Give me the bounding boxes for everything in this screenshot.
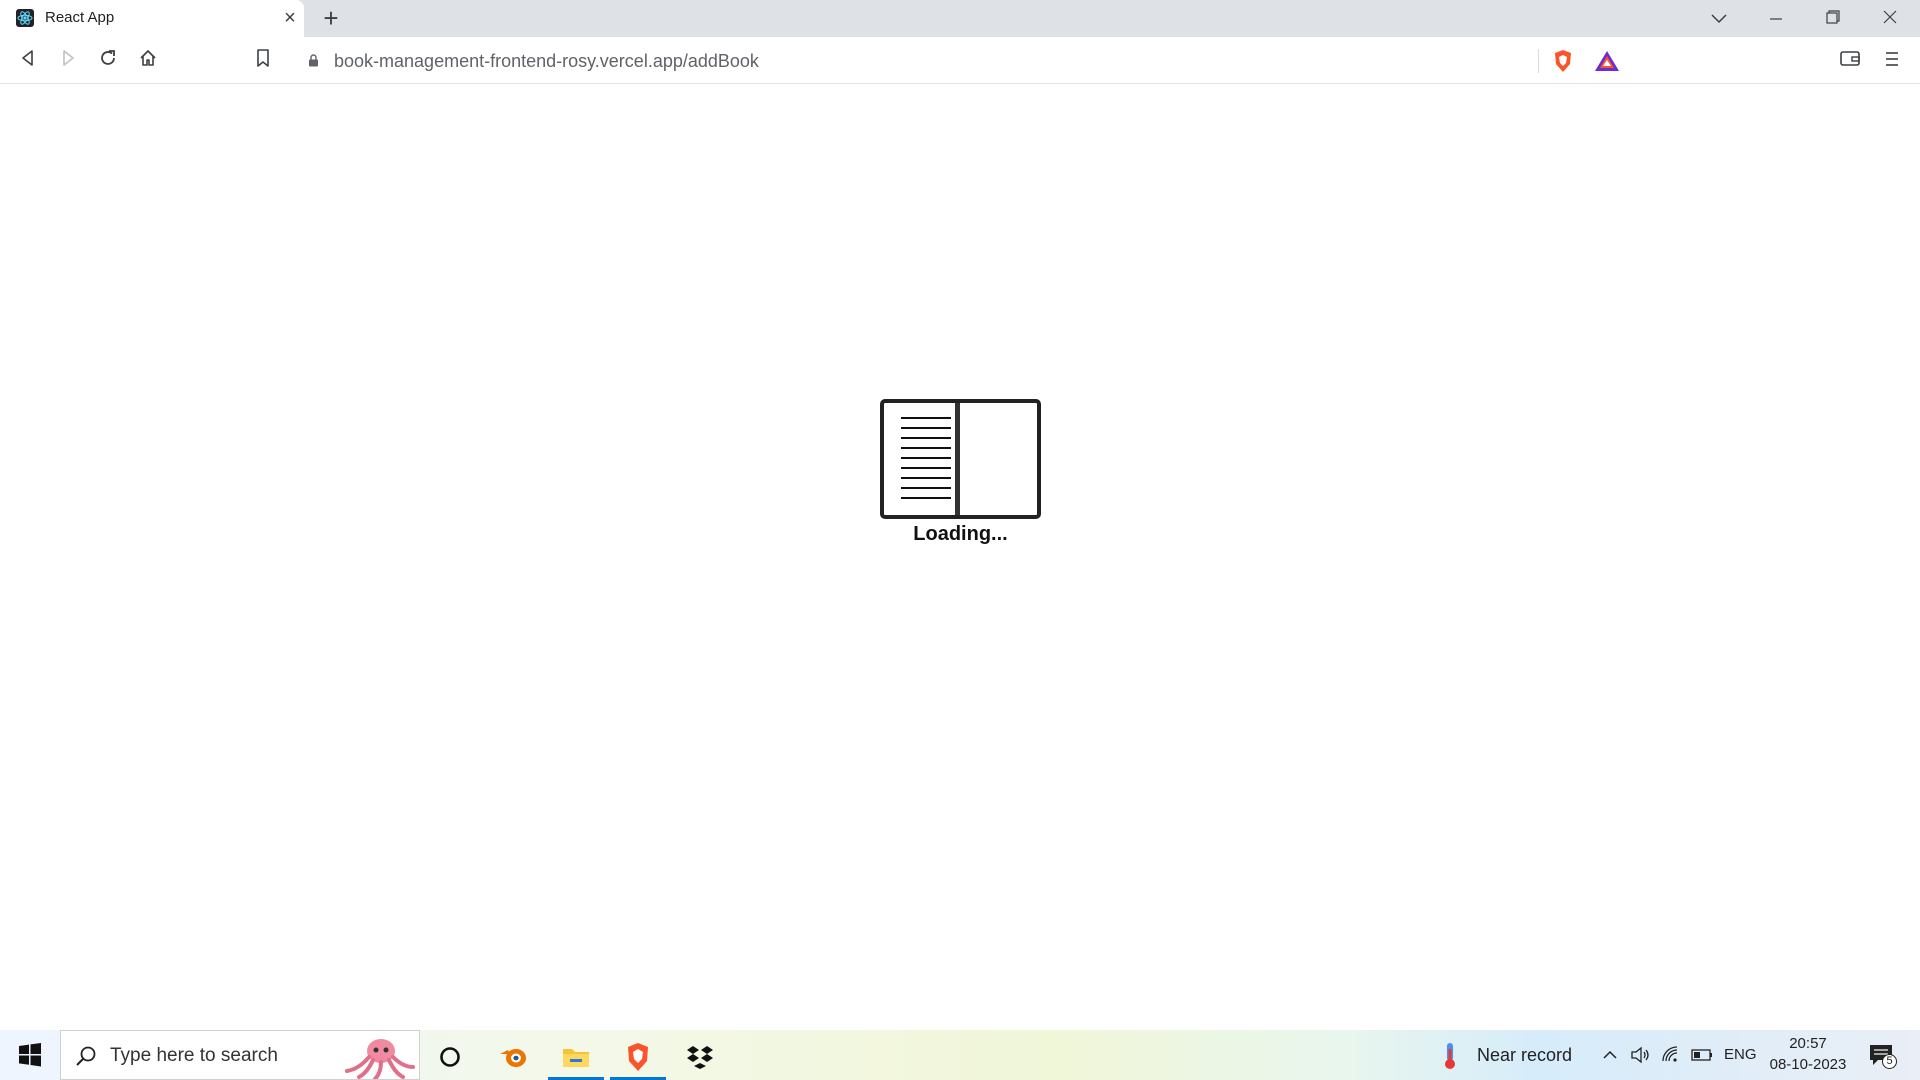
windows-start-icon[interactable] bbox=[0, 1030, 60, 1080]
search-icon bbox=[75, 1045, 97, 1067]
tab-close-icon[interactable]: × bbox=[280, 6, 300, 30]
screen: { "browser": { "tab": { "title": "React … bbox=[0, 0, 1920, 1080]
minimize-icon[interactable] bbox=[1753, 0, 1799, 37]
clock[interactable]: 20:57 08-10-2023 bbox=[1768, 1034, 1848, 1078]
brave-rewards-icon[interactable] bbox=[1594, 50, 1620, 72]
address-bar[interactable]: book-management-frontend-rosy.vercel.app… bbox=[292, 43, 1628, 78]
home-icon[interactable] bbox=[134, 47, 162, 75]
brave-shields-icon[interactable] bbox=[1552, 49, 1576, 73]
wallet-icon[interactable] bbox=[1836, 47, 1864, 75]
search-placeholder[interactable]: Type here to search bbox=[110, 1045, 278, 1067]
battery-icon[interactable] bbox=[1691, 1048, 1713, 1062]
page-content bbox=[0, 85, 1920, 1030]
omnibox-divider bbox=[1538, 49, 1539, 73]
thermometer-icon[interactable] bbox=[1440, 1041, 1460, 1071]
windows-taskbar: Type here to search Near record ENG 20:5… bbox=[0, 1030, 1920, 1080]
browser-toolbar: book-management-frontend-rosy.vercel.app… bbox=[0, 37, 1920, 84]
weather-text[interactable]: Near record bbox=[1477, 1045, 1572, 1066]
book-left-page bbox=[884, 403, 960, 515]
reload-icon[interactable] bbox=[94, 47, 122, 75]
forward-icon[interactable] bbox=[54, 47, 82, 75]
loading-text: Loading... bbox=[913, 523, 1008, 545]
notification-count-badge: 5 bbox=[1882, 1054, 1897, 1069]
file-explorer-icon[interactable] bbox=[548, 1030, 604, 1080]
tab-react-app[interactable]: React App × bbox=[0, 0, 304, 37]
back-icon[interactable] bbox=[14, 47, 42, 75]
book-loader-icon bbox=[880, 399, 1041, 519]
react-logo-icon bbox=[16, 9, 34, 27]
volume-icon[interactable] bbox=[1630, 1046, 1650, 1064]
url-text[interactable]: book-management-frontend-rosy.vercel.app… bbox=[334, 51, 759, 72]
taskbar-search-box[interactable]: Type here to search bbox=[60, 1030, 420, 1080]
cortana-icon[interactable] bbox=[422, 1030, 478, 1080]
window-close-icon[interactable] bbox=[1867, 0, 1913, 37]
clock-date: 08-10-2023 bbox=[1769, 1056, 1847, 1073]
notification-center-icon[interactable]: 5 bbox=[1868, 1042, 1898, 1070]
dropbox-icon[interactable] bbox=[672, 1030, 728, 1080]
brave-browser-icon[interactable] bbox=[610, 1030, 666, 1080]
tab-list-chevron-icon[interactable] bbox=[1696, 0, 1742, 37]
menu-icon[interactable] bbox=[1878, 47, 1906, 75]
bookmark-icon[interactable] bbox=[249, 47, 277, 75]
chevron-up-icon[interactable] bbox=[1602, 1047, 1618, 1063]
clock-time: 20:57 bbox=[1789, 1035, 1827, 1052]
octopus-search-highlight-icon bbox=[337, 1033, 417, 1080]
restore-icon[interactable] bbox=[1810, 0, 1856, 37]
wifi-icon[interactable] bbox=[1661, 1046, 1681, 1064]
language-indicator[interactable]: ENG bbox=[1724, 1046, 1757, 1063]
lock-icon[interactable] bbox=[308, 54, 319, 67]
blender-icon[interactable] bbox=[485, 1030, 541, 1080]
tab-title: React App bbox=[45, 9, 115, 26]
tab-bar: React App × + bbox=[0, 0, 1920, 37]
new-tab-plus-icon[interactable]: + bbox=[318, 4, 344, 32]
